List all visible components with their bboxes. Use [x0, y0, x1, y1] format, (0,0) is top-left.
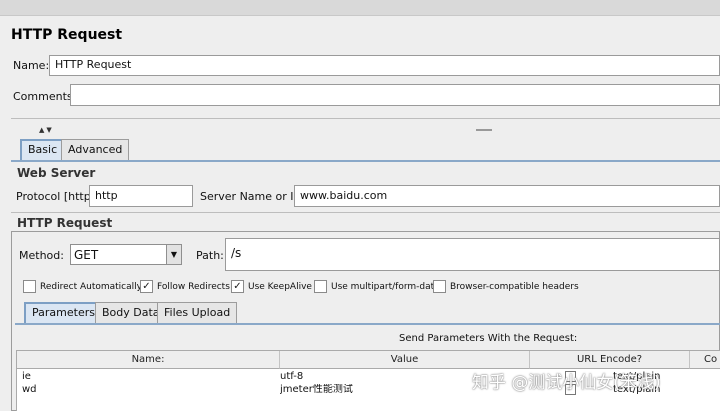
use-multipart-checkbox[interactable] — [314, 280, 327, 293]
tab-parameters[interactable]: Parameters — [24, 302, 103, 324]
method-select[interactable]: GET ▼ — [70, 244, 182, 265]
browser-compatible-checkbox[interactable] — [433, 280, 446, 293]
name-label: Name: — [13, 59, 50, 72]
page-title: HTTP Request — [11, 27, 123, 43]
name-input[interactable]: HTTP Request — [49, 55, 720, 76]
tab-files-upload[interactable]: Files Upload — [157, 302, 238, 324]
browser-compatible-label: Browser-compatible headers — [450, 282, 579, 292]
subtab-strip-line — [15, 323, 720, 325]
row-name[interactable]: wd — [22, 384, 272, 396]
server-input[interactable]: www.baidu.com — [294, 185, 720, 207]
http-request-title: HTTP Request — [17, 216, 113, 230]
comments-input[interactable] — [70, 84, 720, 106]
redirect-automatically-checkbox[interactable] — [23, 280, 36, 293]
row-name[interactable]: ie — [22, 371, 272, 383]
col-name[interactable]: Name: — [17, 351, 280, 369]
tab-strip-line — [11, 160, 720, 162]
collapse-arrows-icon[interactable]: ▲▼ — [39, 126, 54, 134]
path-input[interactable]: /s — [225, 238, 720, 271]
splitter-grip-icon[interactable] — [476, 129, 492, 131]
tab-advanced[interactable]: Advanced — [61, 139, 130, 161]
protocol-label: Protocol [http]: — [16, 190, 99, 203]
server-label: Server Name or IP: — [200, 190, 304, 203]
divider — [11, 118, 720, 119]
use-keepalive-checkbox[interactable]: ✓ — [231, 280, 244, 293]
path-label: Path: — [196, 249, 224, 262]
col-url-encode[interactable]: URL Encode? — [530, 351, 690, 369]
watermark: 知乎 @测试小仙女(笨浅) — [472, 373, 661, 393]
method-label: Method: — [19, 249, 64, 262]
chevron-down-icon[interactable]: ▼ — [166, 245, 181, 264]
redirect-automatically-label: Redirect Automatically — [40, 282, 142, 292]
web-server-title: Web Server — [17, 166, 96, 180]
protocol-input[interactable]: http — [89, 185, 193, 207]
window-title-bar — [0, 0, 720, 16]
use-multipart-label: Use multipart/form-data — [331, 282, 440, 292]
tab-basic[interactable]: Basic — [20, 139, 66, 161]
follow-redirects-label: Follow Redirects — [157, 282, 230, 292]
follow-redirects-checkbox[interactable]: ✓ — [140, 280, 153, 293]
col-value[interactable]: Value — [280, 351, 530, 369]
method-value: GET — [74, 248, 99, 262]
comments-label: Comments: — [13, 90, 77, 103]
col-content-type[interactable]: Co — [690, 351, 720, 369]
divider — [11, 212, 720, 213]
params-heading: Send Parameters With the Request: — [399, 333, 578, 344]
use-keepalive-label: Use KeepAlive — [248, 282, 312, 292]
tab-body-data[interactable]: Body Data — [95, 302, 167, 324]
